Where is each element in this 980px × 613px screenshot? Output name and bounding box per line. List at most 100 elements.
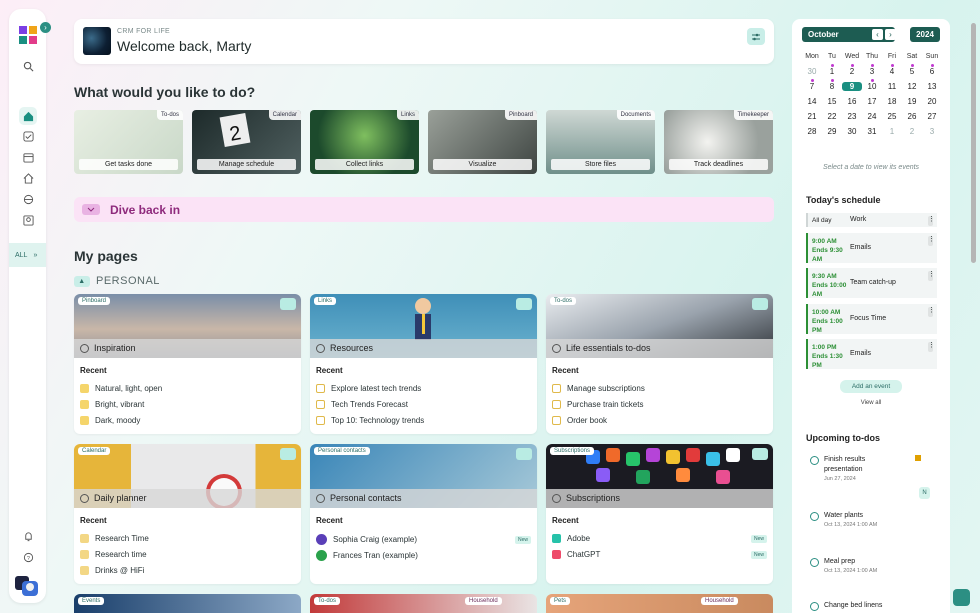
todo-checkbox[interactable] [810, 558, 819, 567]
calendar-day[interactable]: 10 [862, 79, 882, 91]
calendar-day[interactable]: 19 [902, 97, 922, 106]
health-icon[interactable] [21, 192, 35, 206]
checkbox-icon[interactable] [552, 400, 561, 409]
calendar-day[interactable]: 26 [902, 112, 922, 121]
calendar-day[interactable]: 13 [922, 82, 942, 91]
more-options-icon[interactable]: ⋮ [928, 236, 935, 246]
list-item[interactable]: Bright, vibrant [80, 400, 295, 409]
calendar-icon[interactable] [21, 150, 35, 164]
scrollbar[interactable] [970, 13, 976, 613]
page-card-life-essentials[interactable]: To-dos Life essentials to-dos Recent Man… [546, 294, 773, 434]
calendar-day[interactable]: 6 [922, 64, 942, 76]
house-icon[interactable] [21, 171, 35, 185]
tile-pinboard[interactable]: Pinboard Visualize [428, 110, 537, 174]
profile-image[interactable] [83, 27, 111, 55]
calendar-day[interactable]: 15 [822, 97, 842, 106]
list-item[interactable]: Tech Trends Forecast [316, 400, 531, 409]
prev-month-button[interactable]: ‹ [872, 29, 883, 40]
more-options-icon[interactable]: ⋮ [928, 216, 935, 226]
personal-section-header[interactable]: ▲ PERSONAL [74, 275, 160, 287]
more-options-icon[interactable]: ⋮ [928, 307, 935, 317]
page-card-personal-contacts[interactable]: Personal contacts Personal contacts Rece… [310, 444, 537, 584]
calendar-day[interactable]: 3 [862, 64, 882, 76]
flag-icon[interactable] [915, 455, 921, 461]
calendar-day[interactable]: 5 [902, 64, 922, 76]
avatar[interactable] [14, 575, 40, 597]
calendar-day[interactable]: 1 [822, 64, 842, 76]
calendar-day[interactable]: 21 [802, 112, 822, 121]
settings-toggle-button[interactable] [747, 28, 765, 45]
checkbox-icon[interactable] [552, 384, 561, 393]
list-item[interactable]: Research time [80, 550, 295, 559]
page-card-pets[interactable]: Pets Household [546, 594, 773, 613]
page-card-todos[interactable]: To-dos Household [310, 594, 537, 613]
calendar-day[interactable]: 16 [842, 97, 862, 106]
calendar-day[interactable]: 20 [922, 97, 942, 106]
chevron-down-icon[interactable] [82, 204, 100, 215]
assignee-avatar[interactable]: N [919, 487, 930, 499]
scrollbar-thumb[interactable] [971, 23, 976, 263]
calendar-day[interactable]: 30 [842, 127, 862, 136]
view-all-link[interactable]: View all [792, 400, 950, 406]
card-options-button[interactable] [752, 448, 768, 460]
search-icon[interactable] [21, 59, 35, 73]
calendar-day[interactable]: 22 [822, 112, 842, 121]
help-icon[interactable]: ? [21, 550, 35, 564]
calendar-day[interactable]: 11 [882, 82, 902, 91]
next-month-button[interactable]: › [885, 29, 896, 40]
schedule-item[interactable]: 9:00 AM Ends 9:30 AM Emails ⋮ [806, 233, 937, 263]
list-item[interactable]: Adobe New [552, 534, 767, 543]
card-options-button[interactable] [280, 298, 296, 310]
schedule-item[interactable]: 9:30 AM Ends 10:00 AM Team catch-up ⋮ [806, 268, 937, 298]
list-item[interactable]: Frances Tran (example) [316, 550, 531, 561]
home-icon[interactable] [19, 107, 37, 125]
page-card-events[interactable]: Events [74, 594, 301, 613]
calendar-day[interactable]: 12 [902, 82, 922, 91]
card-options-button[interactable] [280, 448, 296, 460]
calendar-day[interactable]: 24 [862, 112, 882, 121]
list-item[interactable]: Natural, light, open [80, 384, 295, 393]
calendar-day[interactable]: 27 [922, 112, 942, 121]
app-logo[interactable] [19, 26, 37, 44]
list-item[interactable]: Explore latest tech trends [316, 384, 531, 393]
list-item[interactable]: Purchase train tickets [552, 400, 767, 409]
more-options-icon[interactable]: ⋮ [928, 271, 935, 281]
list-item[interactable]: Drinks @ HiFi [80, 566, 295, 575]
calendar-day[interactable]: 3 [922, 127, 942, 136]
calendar-day[interactable]: 14 [802, 97, 822, 106]
todo-icon[interactable] [21, 129, 35, 143]
calendar-day[interactable]: 31 [862, 127, 882, 136]
calendar-day[interactable]: 18 [882, 97, 902, 106]
more-options-icon[interactable]: ⋮ [928, 342, 935, 352]
list-item[interactable]: Dark, moody [80, 416, 295, 425]
tile-calendar[interactable]: 2 Calendar Manage schedule [192, 110, 301, 174]
page-card-daily-planner[interactable]: Calendar Daily planner Recent Research T… [74, 444, 301, 584]
list-item[interactable]: Sophia Craig (example) New [316, 534, 531, 545]
calendar-day[interactable]: 30 [802, 67, 822, 76]
todo-checkbox[interactable] [810, 456, 819, 465]
page-card-subscriptions[interactable]: Subscriptions Subscriptions Recent Adobe… [546, 444, 773, 584]
add-event-button[interactable]: Add an event [840, 380, 902, 393]
checkbox-icon[interactable] [552, 416, 561, 425]
photo-icon[interactable] [21, 213, 35, 227]
todo-checkbox[interactable] [810, 602, 819, 611]
card-options-button[interactable] [516, 298, 532, 310]
page-card-inspiration[interactable]: Pinboard Inspiration Recent Natural, lig… [74, 294, 301, 434]
calendar-day[interactable]: 25 [882, 112, 902, 121]
calendar-day[interactable]: 28 [802, 127, 822, 136]
calendar-day[interactable]: 9 [842, 82, 862, 91]
tile-todos[interactable]: To-dos Get tasks done [74, 110, 183, 174]
schedule-item[interactable]: 10:00 AM Ends 1:00 PM Focus Time ⋮ [806, 304, 937, 334]
card-options-button[interactable] [752, 298, 768, 310]
tile-timekeeper[interactable]: Timekeeper Track deadlines [664, 110, 773, 174]
todo-checkbox[interactable] [810, 512, 819, 521]
list-item[interactable]: Top 10: Technology trends [316, 416, 531, 425]
calendar-day[interactable]: 29 [822, 127, 842, 136]
list-item[interactable]: Order book [552, 416, 767, 425]
bell-icon[interactable] [21, 529, 35, 543]
calendar-day[interactable]: 4 [882, 64, 902, 76]
list-item[interactable]: Manage subscriptions [552, 384, 767, 393]
list-item[interactable]: Research Time [80, 534, 295, 543]
all-pages-button[interactable]: ALL » [9, 243, 46, 267]
calendar-day[interactable]: 1 [882, 127, 902, 136]
